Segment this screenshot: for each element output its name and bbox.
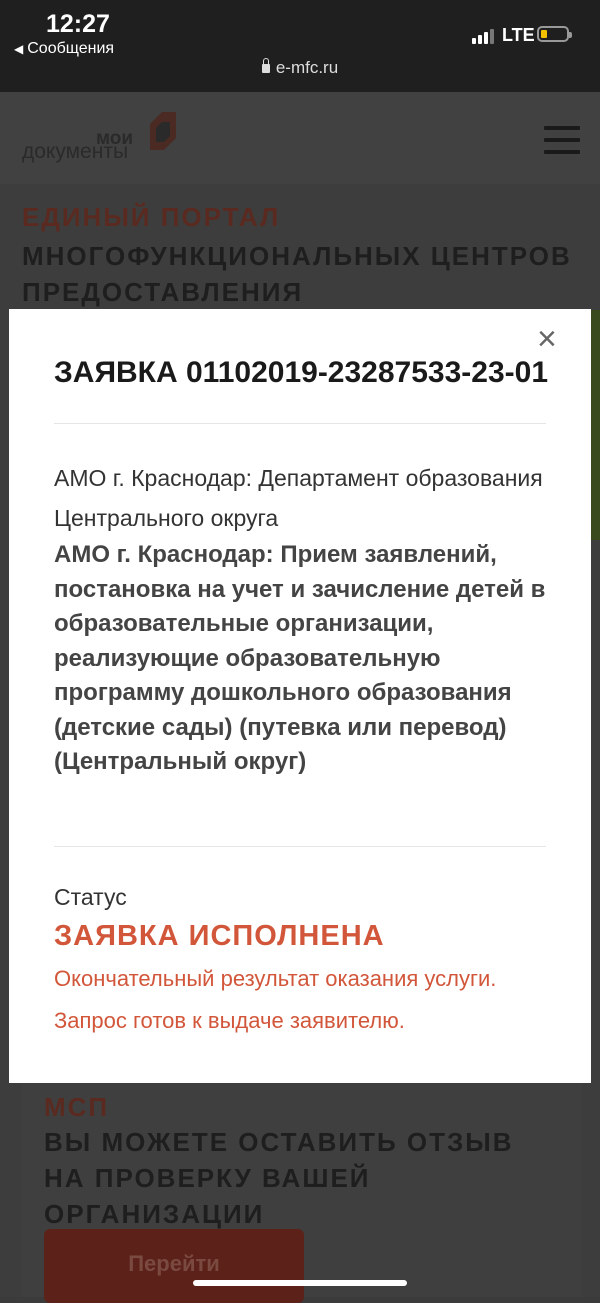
- divider: [54, 846, 546, 847]
- background-banner: [590, 310, 600, 540]
- hamburger-menu-icon[interactable]: [544, 126, 580, 162]
- divider: [54, 423, 546, 424]
- feedback-heading: ВЫ МОЖЕТЕ ОСТАВИТЬ ОТЗЫВ НА ПРОВЕРКУ ВАШ…: [44, 1127, 514, 1229]
- status-description: Окончательный результат оказания услуги.…: [54, 966, 497, 1033]
- close-icon[interactable]: ×: [537, 322, 557, 356]
- signal-icon: [472, 28, 494, 44]
- service-description: АМО г. Краснодар: Прием заявлений, поста…: [54, 541, 546, 775]
- home-indicator[interactable]: [193, 1280, 407, 1286]
- url-text: e-mfc.ru: [275, 58, 339, 77]
- address-bar[interactable]: e-mfc.ru: [0, 58, 600, 78]
- portal-title-line2: МНОГОФУНКЦИОНАЛЬНЫХ ЦЕНТРОВ ПРЕДОСТАВЛЕН…: [22, 241, 572, 307]
- lock-icon: [261, 58, 270, 73]
- portal-title-line1: ЕДИНЫЙ ПОРТАЛ: [22, 202, 281, 232]
- site-header: [0, 92, 600, 184]
- msp-label: МСП: [44, 1092, 110, 1122]
- status-value: ЗАЯВКА ИСПОЛНЕНА: [54, 920, 385, 952]
- status-label: Статус: [54, 884, 127, 910]
- application-title: ЗАЯВКА 01102019-23287533-23-01: [54, 356, 549, 389]
- status-bar: 12:27 ◀ Сообщения LTE e-mfc.ru: [0, 0, 600, 92]
- logo-text-bottom: документы: [22, 140, 129, 163]
- logo-mark-icon: [150, 112, 176, 150]
- back-arrow-icon: ◀: [14, 42, 24, 56]
- go-button[interactable]: Перейти: [44, 1229, 304, 1303]
- clock: 12:27: [46, 10, 110, 38]
- department-text: АМО г. Краснодар: Департамент образовани…: [54, 465, 543, 531]
- back-to-app-link[interactable]: ◀ Сообщения: [14, 40, 114, 58]
- battery-icon: [537, 26, 572, 42]
- network-type: LTE: [502, 25, 535, 45]
- back-label: Сообщения: [27, 40, 115, 57]
